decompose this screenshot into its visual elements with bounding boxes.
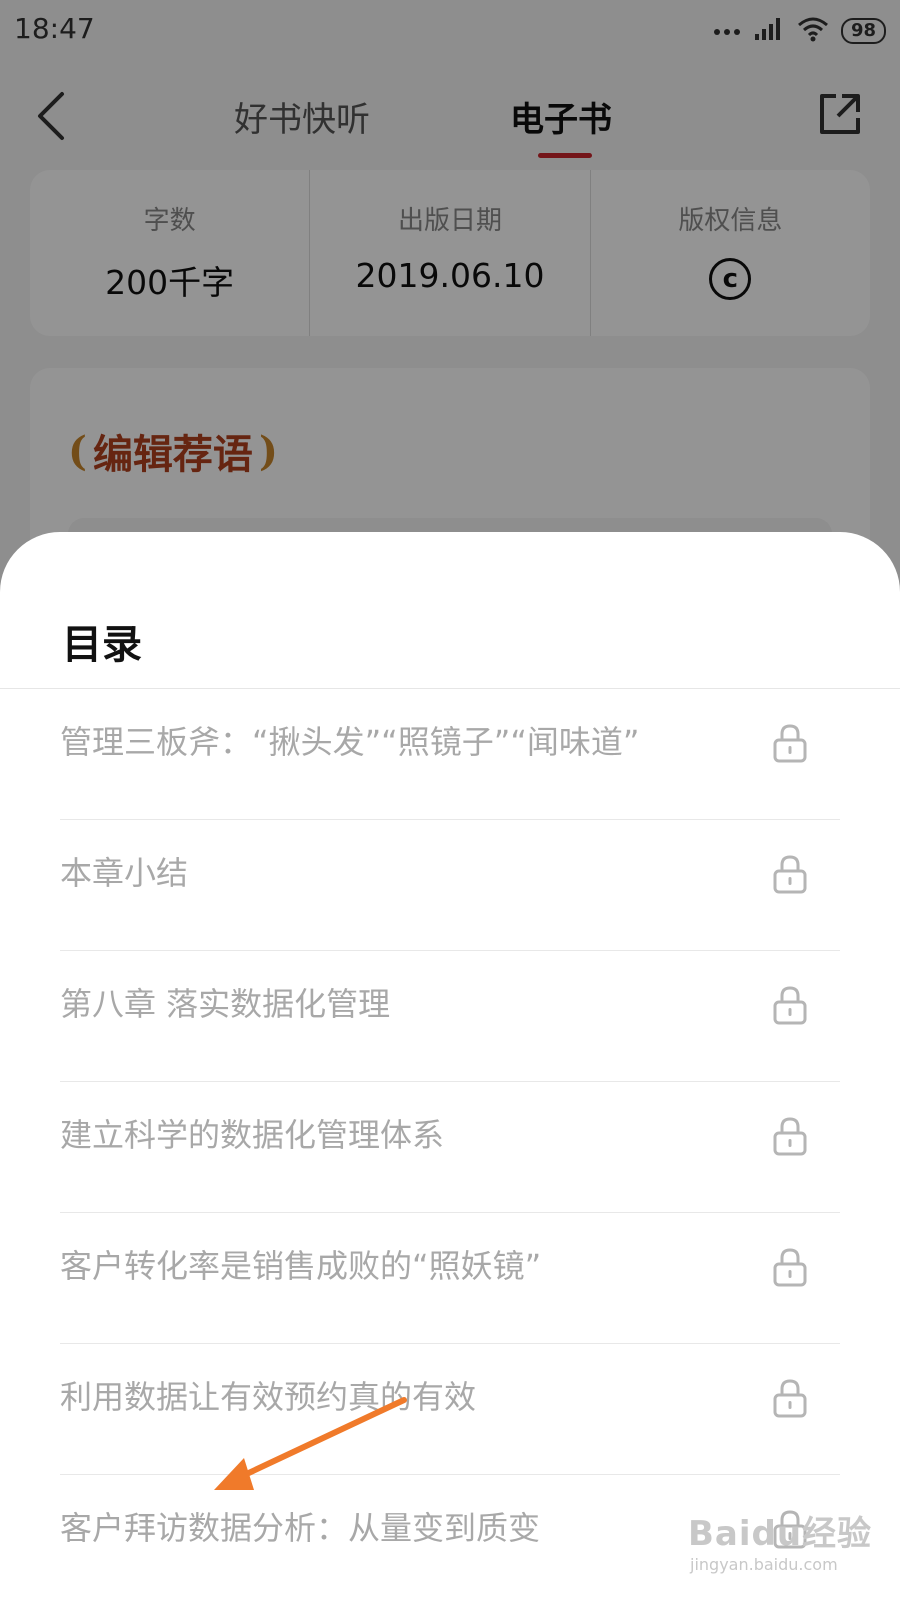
toc-item[interactable]: 客户转化率是销售成败的“照妖镜” — [60, 1213, 840, 1344]
lock-icon — [773, 855, 807, 894]
toc-bottom-sheet: 目录 管理三板斧：“揪头发”“照镜子”“闻味道” 本章小结 第八章 落实数据化管… — [0, 532, 900, 1600]
toc-item-label: 管理三板斧：“揪头发”“照镜子”“闻味道” — [60, 723, 640, 761]
toc-item[interactable]: 本章小结 — [60, 820, 840, 951]
lock-icon — [773, 724, 807, 763]
watermark-brand: Baidu经验 — [688, 1514, 873, 1554]
lock-icon — [773, 986, 807, 1025]
toc-item-label: 客户转化率是销售成败的“照妖镜” — [60, 1247, 542, 1285]
toc-item[interactable]: 利用数据让有效预约真的有效 — [60, 1344, 840, 1475]
lock-icon — [773, 1117, 807, 1156]
toc-item-label: 建立科学的数据化管理体系 — [60, 1116, 445, 1154]
toc-item-label: 客户拜访数据分析：从量变到质变 — [60, 1509, 541, 1547]
toc-title: 目录 — [62, 622, 142, 668]
toc-item-label: 利用数据让有效预约真的有效 — [60, 1378, 477, 1416]
toc-item-label: 本章小结 — [60, 854, 189, 892]
toc-item-label: 第八章 落实数据化管理 — [60, 985, 391, 1023]
toc-item[interactable]: 建立科学的数据化管理体系 — [60, 1082, 840, 1213]
toc-item[interactable]: 管理三板斧：“揪头发”“照镜子”“闻味道” — [60, 689, 840, 820]
toc-item[interactable]: 第八章 落实数据化管理 — [60, 951, 840, 1082]
watermark-url: jingyan.baidu.com — [690, 1555, 838, 1574]
lock-icon — [773, 1248, 807, 1287]
watermark: Baidu经验 jingyan.baidu.com — [688, 1506, 872, 1574]
lock-icon — [773, 1379, 807, 1418]
toc-list: 管理三板斧：“揪头发”“照镜子”“闻味道” 本章小结 第八章 落实数据化管理 建… — [0, 689, 900, 1600]
